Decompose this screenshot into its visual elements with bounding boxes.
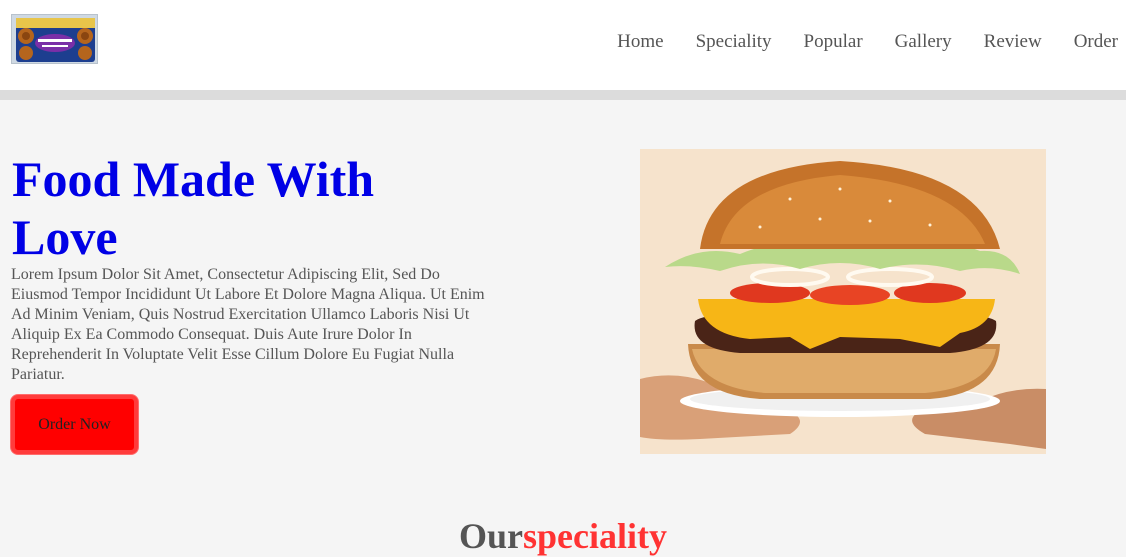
speciality-heading-part2: speciality [523,516,667,556]
nav-review[interactable]: Review [984,30,1042,54]
hero-description: Lorem Ipsum Dolor Sit Amet, Consectetur … [11,266,485,383]
logo[interactable] [11,14,98,64]
nav-home[interactable]: Home [617,30,663,54]
speciality-heading: Ourspeciality [0,513,1126,557]
nav-speciality[interactable]: Speciality [696,30,772,54]
site-header: Home Speciality Popular Gallery Review O… [0,0,1126,90]
nav-popular[interactable]: Popular [804,30,863,54]
hero-image [640,149,1046,454]
nav-order[interactable]: Order [1074,30,1118,54]
speciality-heading-part1: Our [459,516,524,556]
main-nav: Home Speciality Popular Gallery Review O… [585,30,1126,54]
tastykake-logo-icon [12,15,97,63]
header-divider [0,90,1126,100]
hero-title: Food Made With Love [12,151,375,265]
order-now-button[interactable]: Order Now [11,395,138,454]
nav-gallery[interactable]: Gallery [895,30,952,54]
burger-image-icon [640,149,1046,454]
